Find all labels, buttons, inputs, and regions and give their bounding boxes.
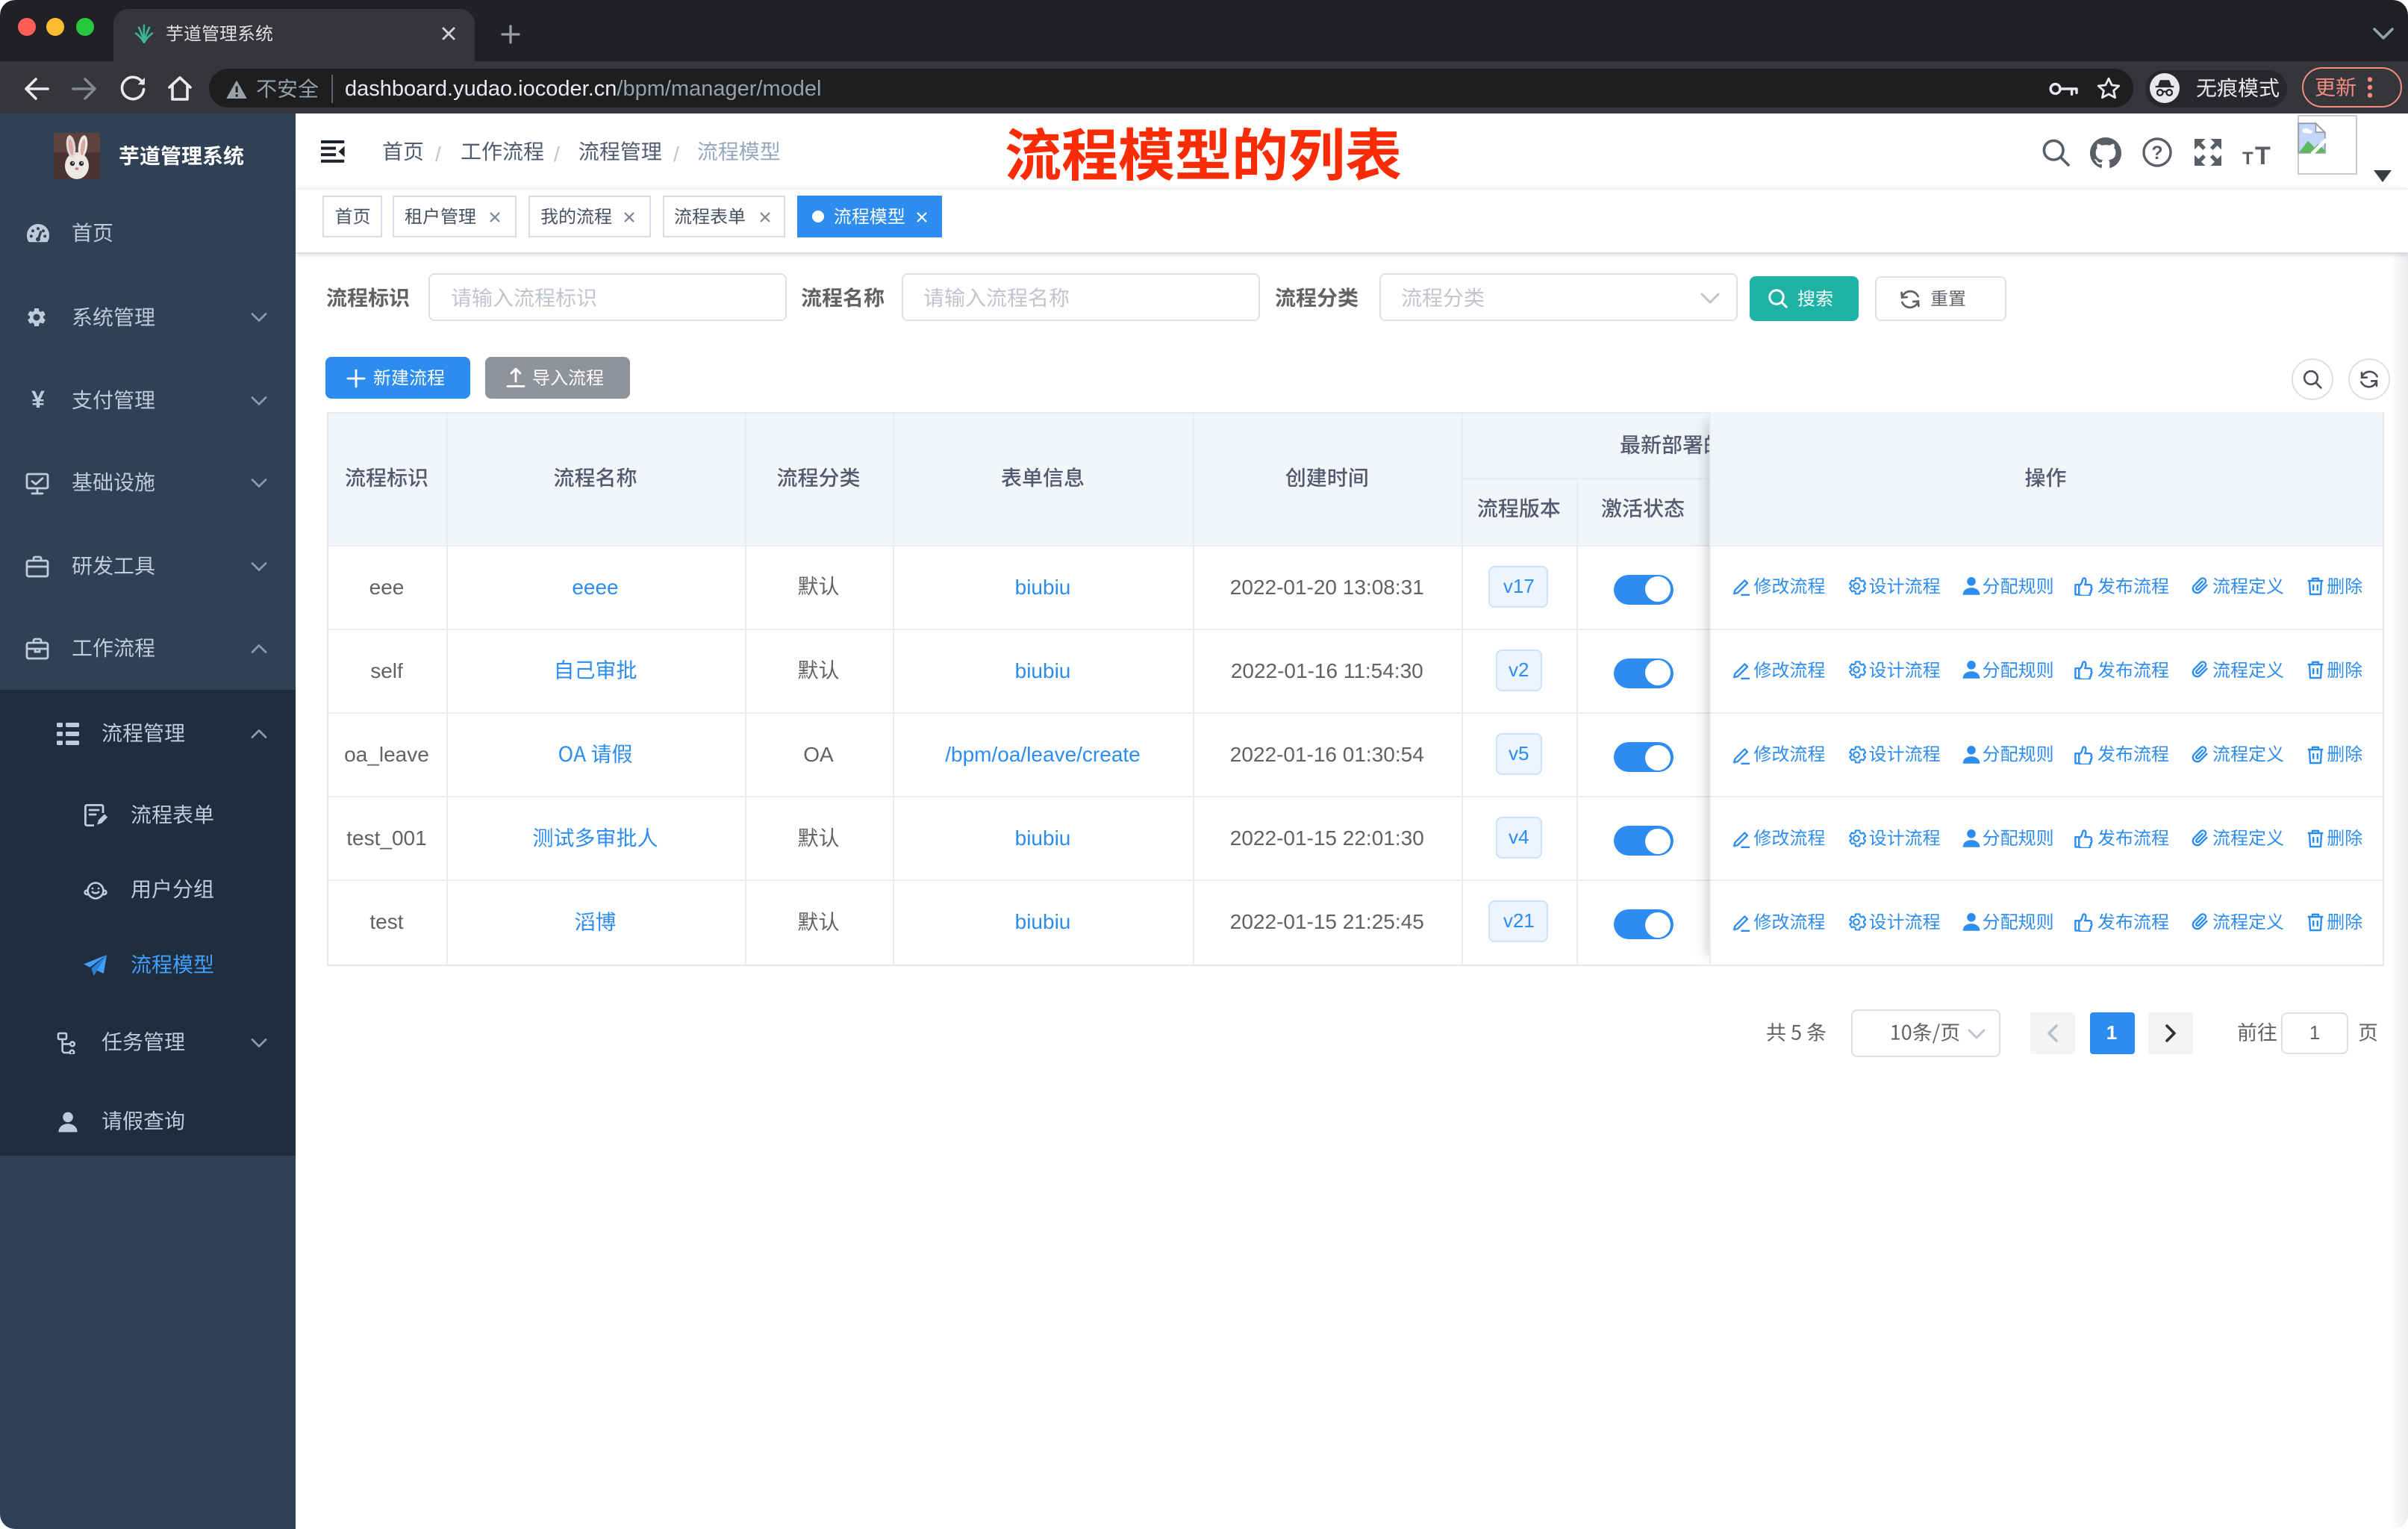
svg-text:T: T <box>2242 149 2253 166</box>
svg-text:T: T <box>2255 142 2271 166</box>
svg-text:?: ? <box>2151 142 2162 163</box>
